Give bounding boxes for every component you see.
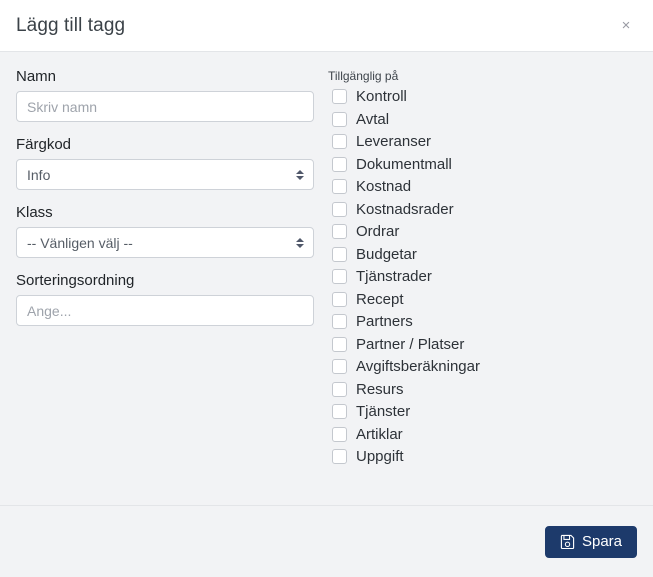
class-select-wrap: -- Vänligen välj -- [16,227,314,258]
availability-checkbox-label: Recept [356,290,404,308]
availability-checkbox[interactable] [332,404,347,420]
field-name: Namn [16,68,314,122]
availability-checkbox[interactable] [332,449,347,465]
availability-checkbox[interactable] [332,89,347,105]
sort-order-label: Sorteringsordning [16,272,135,289]
availability-checkbox-label: Tjänster [356,403,411,421]
availability-checkbox-label: Kostnad [356,178,412,196]
name-input[interactable] [16,91,314,122]
availability-checkbox-row[interactable]: Avgiftsberäkningar [328,355,637,378]
availability-checkbox-row[interactable]: Leveranser [328,130,637,153]
availability-checkbox-label: Kostnadsrader [356,200,454,218]
availability-checkbox[interactable] [332,111,347,127]
availability-checkbox-row[interactable]: Avtal [328,108,637,131]
availability-checkbox[interactable] [332,179,347,195]
availability-checkbox[interactable] [332,156,347,172]
availability-checkbox-row[interactable]: Tjänstrader [328,265,637,288]
name-label: Namn [16,68,57,85]
class-label: Klass [16,204,53,221]
availability-checkbox[interactable] [332,134,347,150]
field-color-code: Färgkod Info [16,136,314,190]
dialog-header: Lägg till tagg × [0,0,653,52]
availability-checkbox-label: Kontroll [356,88,407,106]
availability-checkbox-row[interactable]: Kostnadsrader [328,198,637,221]
add-tag-dialog: Lägg till tagg × Namn Färgkod Info [0,0,653,577]
availability-checkbox-label: Tjänstrader [356,268,432,286]
close-icon[interactable]: × [615,15,637,37]
form-column: Namn Färgkod Info Klass -- [16,68,328,505]
availability-checkbox-row[interactable]: Kontroll [328,85,637,108]
availability-checkbox-label: Budgetar [356,245,417,263]
availability-checkbox-label: Partners [356,313,413,331]
availability-checkbox-label: Leveranser [356,133,432,151]
class-select[interactable]: -- Vänligen välj -- [16,227,314,258]
availability-checkbox[interactable] [332,291,347,307]
availability-checkbox-row[interactable]: Resurs [328,378,637,401]
availability-checkbox-row[interactable]: Artiklar [328,423,637,446]
save-button-label: Spara [581,533,622,550]
availability-checkbox-label: Partner / Platser [356,335,465,353]
save-floppy-icon [560,534,575,549]
availability-checkbox-row[interactable]: Partners [328,310,637,333]
availability-checkbox-row[interactable]: Dokumentmall [328,153,637,176]
dialog-title: Lägg till tagg [16,14,126,36]
dialog-body: Namn Färgkod Info Klass -- [0,52,653,505]
availability-checkbox[interactable] [332,201,347,217]
availability-checkbox[interactable] [332,336,347,352]
availability-checkbox-row[interactable]: Tjänster [328,400,637,423]
availability-checkbox[interactable] [332,246,347,262]
availability-checkbox-row[interactable]: Budgetar [328,243,637,266]
availability-checkbox[interactable] [332,359,347,375]
availability-checkbox[interactable] [332,314,347,330]
availability-checkbox-row[interactable]: Ordrar [328,220,637,243]
availability-column: Tillgänglig på Kontroll Avtal Leveranser Do… [328,68,637,505]
availability-checkbox-row[interactable]: Uppgift [328,445,637,468]
availability-checkbox-list: Kontroll Avtal Leveranser Dokumentmall Kostn… [328,85,637,468]
availability-checkbox-label: Artiklar [356,425,403,443]
availability-checkbox[interactable] [332,381,347,397]
availability-checkbox[interactable] [332,426,347,442]
color-code-select[interactable]: Info [16,159,314,190]
availability-checkbox-label: Dokumentmall [356,155,452,173]
field-sort-order: Sorteringsordning [16,272,314,326]
availability-checkbox-row[interactable]: Partner / Platser [328,333,637,356]
availability-label: Tillgänglig på [328,69,399,83]
availability-checkbox-label: Ordrar [356,223,400,241]
availability-checkbox-row[interactable]: Kostnad [328,175,637,198]
sort-order-input[interactable] [16,295,314,326]
availability-checkbox[interactable] [332,269,347,285]
save-button[interactable]: Spara [544,525,637,558]
dialog-footer: Spara [0,505,653,577]
availability-checkbox-label: Resurs [356,380,404,398]
availability-checkbox-row[interactable]: Recept [328,288,637,311]
availability-checkbox-label: Uppgift [356,448,404,466]
color-code-select-wrap: Info [16,159,314,190]
color-code-label: Färgkod [16,136,72,153]
availability-checkbox-label: Avgiftsberäkningar [356,358,480,376]
availability-checkbox[interactable] [332,224,347,240]
field-class: Klass -- Vänligen välj -- [16,204,314,258]
availability-checkbox-label: Avtal [356,110,390,128]
